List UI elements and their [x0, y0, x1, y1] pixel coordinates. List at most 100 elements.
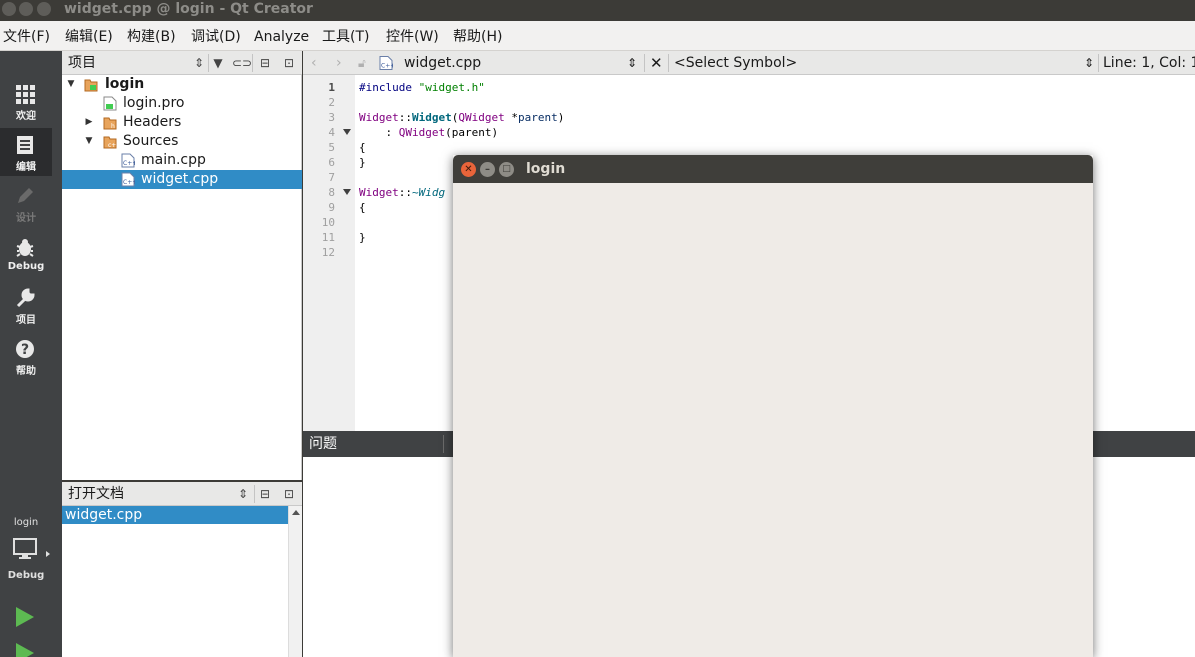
maximize-window-button[interactable]	[37, 2, 51, 16]
menu-bar: 文件(F) 编辑(E) 构建(B) 调试(D) Analyze 工具(T) 控件…	[0, 21, 1195, 51]
minimize-window-button[interactable]	[19, 2, 33, 16]
mode-bar: 欢迎 编辑 设计 Debug 项目 ? 帮助 login Debug	[0, 51, 62, 657]
code-token: QWidget	[398, 126, 446, 139]
debug-run-button[interactable]	[16, 643, 34, 657]
tree-item-label: login.pro	[123, 95, 185, 111]
tree-item-label: widget.cpp	[141, 171, 219, 187]
tree-item-login-pro[interactable]: login.pro	[62, 94, 302, 113]
document-dropdown[interactable]: widget.cpp	[404, 51, 481, 76]
svg-text:c++: c++	[108, 142, 117, 149]
fold-marker-icon[interactable]	[343, 129, 351, 135]
close-window-button[interactable]	[2, 2, 16, 16]
fold-marker-icon[interactable]	[343, 189, 351, 195]
code-token: Widget	[412, 111, 452, 124]
line-number: 10	[321, 216, 335, 229]
mode-debug[interactable]: Debug	[0, 231, 52, 279]
document-dropdown-arrows-icon[interactable]: ⇕	[627, 51, 637, 76]
split-icon[interactable]: ⊟	[256, 485, 274, 503]
line-number: 6	[328, 156, 335, 169]
code-line-1: #include "widget.h"	[359, 80, 485, 95]
tree-item-headers[interactable]: ▶ h Headers	[62, 113, 302, 132]
code-token: #include	[359, 81, 419, 94]
output-pane-title[interactable]: 问题	[309, 431, 337, 458]
cursor-position[interactable]: Line: 1, Col: 1	[1103, 51, 1195, 76]
symbol-dropdown-arrows-icon[interactable]: ⇕	[1084, 51, 1094, 76]
pane-selector-arrows-icon[interactable]: ⇕	[190, 54, 208, 72]
tree-item-login[interactable]: ▼ login	[62, 75, 302, 94]
mode-edit[interactable]: 编辑	[0, 128, 52, 176]
filter-icon[interactable]: ▼	[209, 54, 227, 72]
code-line-6: }	[359, 156, 366, 169]
mode-design[interactable]: 设计	[0, 179, 52, 227]
svg-text:C++: C++	[123, 160, 135, 167]
close-document-icon[interactable]: ✕	[650, 51, 663, 76]
open-doc-item[interactable]: widget.cpp	[62, 506, 288, 524]
menu-tools[interactable]: 工具(T)	[322, 21, 369, 51]
code-line-11: }	[359, 231, 366, 244]
open-docs-scrollbar[interactable]	[288, 506, 302, 657]
code-line-8: Widget::~Widg	[359, 185, 445, 200]
grid-icon	[16, 85, 35, 104]
line-number: 12	[321, 246, 335, 259]
mode-projects[interactable]: 项目	[0, 281, 52, 329]
open-docs-title: 打开文档	[68, 486, 124, 502]
kit-expand-icon[interactable]	[46, 551, 50, 557]
expand-arrow-icon[interactable]: ▶	[83, 113, 95, 132]
pro-file-icon	[103, 96, 117, 111]
editor-gutter: 1 2 3 4 5 6 7 8 9 10 11 12	[303, 75, 355, 431]
symbol-dropdown[interactable]: <Select Symbol>	[674, 51, 797, 76]
pane-selector-arrows-icon[interactable]: ⇕	[234, 485, 252, 503]
line-number: 9	[328, 201, 335, 214]
tree-item-label: login	[105, 76, 145, 92]
svg-text:h: h	[111, 123, 115, 130]
run-button[interactable]	[16, 607, 34, 627]
split-icon[interactable]: ⊟	[256, 54, 274, 72]
tree-item-label: main.cpp	[141, 152, 206, 168]
close-pane-icon[interactable]: ⊡	[280, 485, 298, 503]
menu-debug[interactable]: 调试(D)	[191, 21, 241, 51]
projects-pane-header: 项目 ⇕ ▼ ⊂⊃ ⊟ ⊡	[62, 51, 302, 75]
collapse-arrow-icon[interactable]: ▼	[65, 75, 77, 94]
mode-welcome[interactable]: 欢迎	[0, 77, 52, 125]
app-window-title: login	[526, 161, 566, 177]
tree-item-main-cpp[interactable]: C++ main.cpp	[62, 151, 302, 170]
menu-help[interactable]: 帮助(H)	[453, 21, 502, 51]
link-icon[interactable]: ⊂⊃	[232, 54, 252, 72]
code-line-4: : QWidget(parent)	[359, 125, 498, 140]
mode-help[interactable]: ? 帮助	[0, 332, 52, 380]
bug-icon	[16, 239, 34, 257]
tree-item-widget-cpp[interactable]: C++ widget.cpp	[62, 170, 302, 189]
pencil-icon	[18, 188, 33, 203]
menu-widgets[interactable]: 控件(W)	[386, 21, 439, 51]
menu-edit[interactable]: 编辑(E)	[65, 21, 113, 51]
code-token: QWidget	[458, 111, 505, 124]
app-minimize-button[interactable]: –	[480, 162, 495, 177]
line-number: 1	[328, 81, 335, 94]
menu-analyze[interactable]: Analyze	[254, 21, 309, 51]
tree-item-sources[interactable]: ▼ c++ Sources	[62, 132, 302, 151]
window-title: widget.cpp @ login - Qt Creator	[64, 1, 313, 17]
forward-icon[interactable]: ›	[336, 51, 342, 76]
close-pane-icon[interactable]: ⊡	[280, 54, 298, 72]
wrench-icon	[16, 288, 35, 308]
mode-label: Debug	[7, 261, 45, 272]
app-close-button[interactable]: ✕	[461, 162, 476, 177]
app-maximize-button[interactable]: □	[499, 162, 514, 177]
code-line-9: {	[359, 201, 366, 214]
kit-selector[interactable]	[13, 538, 39, 560]
mode-label: 欢迎	[16, 111, 36, 122]
document-icon	[17, 136, 33, 154]
menu-build[interactable]: 构建(B)	[127, 21, 176, 51]
cpp-file-icon: C++	[379, 56, 393, 70]
back-icon[interactable]: ‹	[311, 51, 317, 76]
mode-label: 帮助	[16, 366, 36, 377]
project-folder-icon	[84, 79, 98, 92]
app-window: ✕ – □ login	[453, 155, 1093, 657]
app-window-title-bar[interactable]: ✕ – □ login	[453, 155, 1093, 183]
collapse-arrow-icon[interactable]: ▼	[83, 132, 95, 151]
mode-label: 编辑	[16, 162, 36, 173]
scroll-up-icon[interactable]	[292, 510, 300, 515]
cpp-file-icon: C++	[121, 172, 135, 187]
folder-icon: c++	[103, 136, 117, 149]
menu-file[interactable]: 文件(F)	[3, 21, 50, 51]
